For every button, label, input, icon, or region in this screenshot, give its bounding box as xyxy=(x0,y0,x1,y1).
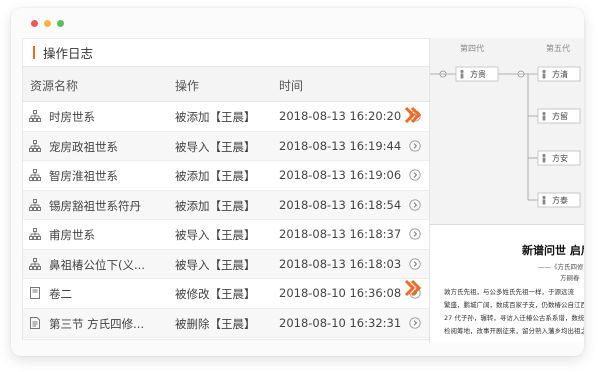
person-icon xyxy=(542,153,546,163)
minimize-window-button[interactable] xyxy=(44,20,51,27)
book-text-line: 繁盛，鹏城广阔，数成百家子支，仍数椿公自江西 xyxy=(444,301,584,309)
tree-node-child-3[interactable]: 方安 xyxy=(537,150,581,166)
node-label: 方清 xyxy=(552,69,568,79)
timestamp: 2018-08-13 16:20:20 xyxy=(279,109,402,123)
timestamp: 2018-08-13 16:18:54 xyxy=(279,197,402,212)
tree-icon xyxy=(29,257,41,270)
log-table-body: 时房世系 被添加【王晨】 2018-08-13 16:20:20 宠房政祖世系 被导入【… xyxy=(23,102,430,338)
chevron-right-icon[interactable] xyxy=(409,169,421,181)
zoom-window-button[interactable] xyxy=(57,20,64,27)
person-icon xyxy=(542,195,546,205)
log-row[interactable]: 智房淮祖世系 被添加【王晨】 2018-08-13 16:19:06 xyxy=(23,161,430,191)
tree-icon xyxy=(29,198,41,211)
node-label: 方留 xyxy=(552,111,568,121)
timestamp: 2018-08-13 16:18:37 xyxy=(279,227,402,241)
resource-name: 锡房豁祖世系符丹 xyxy=(49,198,141,213)
collapse-toggle-icon[interactable] xyxy=(517,70,525,78)
tree-diagram: 方贵 方清 方留 方安 方泰 xyxy=(430,66,581,208)
tree-icon xyxy=(29,169,41,181)
log-table-header: 资源名称 操作 时间 xyxy=(23,67,430,102)
chevron-right-icon[interactable] xyxy=(409,316,421,329)
book-text-line: 敦方氏先祖，与公多姓氏先祖一样，于源远流 xyxy=(444,288,574,296)
book-icon xyxy=(29,287,41,299)
resource-name: 鼻祖椿公位下(义... xyxy=(49,257,145,272)
timestamp: 2018-08-13 16:18:03 xyxy=(279,256,402,271)
node-label: 方安 xyxy=(552,153,568,163)
node-label: 方泰 xyxy=(552,195,568,205)
action-text: 被添加【王晨】 xyxy=(175,169,256,183)
action-text: 被删除【王晨】 xyxy=(175,316,256,331)
action-text: 被导入【王晨】 xyxy=(175,257,256,272)
timestamp: 2018-08-10 16:36:08 xyxy=(279,286,402,300)
tree-node-child-4[interactable]: 方泰 xyxy=(537,192,581,208)
tree-icon xyxy=(29,139,41,152)
document-icon xyxy=(29,316,41,329)
operation-log-panel: 操作日志 资源名称 操作 时间 时房世系 被添加【王晨】 2018-08-13 16… xyxy=(22,38,431,340)
log-row[interactable]: 锡房豁祖世系符丹 被添加【王晨】 2018-08-13 16:18:54 xyxy=(23,190,430,220)
log-header: 操作日志 xyxy=(23,39,430,67)
chevron-right-icon[interactable] xyxy=(409,139,421,152)
resource-name: 时房世系 xyxy=(49,110,95,124)
resource-name: 卷二 xyxy=(49,287,72,301)
book-heading: 新谱问世 启后 xyxy=(522,244,584,257)
resource-name: 甫房世系 xyxy=(49,228,95,242)
tree-node-child-2[interactable]: 方留 xyxy=(537,108,581,124)
column-header-action: 操作 xyxy=(175,79,200,93)
node-label: 方贵 xyxy=(470,69,486,79)
close-window-button[interactable] xyxy=(31,20,38,27)
log-row[interactable]: 第三节 方氏四修... 被删除【王晨】 2018-08-10 16:32:31 xyxy=(23,308,430,338)
action-text: 被添加【王晨】 xyxy=(175,198,256,213)
book-text-line: 检阅筹地，改事开剧征来，留分熟入藩乡均出祖之 xyxy=(444,327,584,335)
person-icon xyxy=(460,69,464,79)
chevron-right-icon[interactable] xyxy=(409,257,421,270)
log-row[interactable]: 宠房政祖世系 被导入【王晨】 2018-08-13 16:19:44 xyxy=(23,131,430,161)
timestamp: 2018-08-13 16:19:06 xyxy=(279,168,402,182)
tree-node-child-1[interactable]: 方清 xyxy=(537,66,581,82)
resource-name: 第三节 方氏四修... xyxy=(49,316,145,331)
log-row[interactable]: 甫房世系 被导入【王晨】 2018-08-13 16:18:37 xyxy=(23,220,430,250)
resource-name: 宠房政祖世系 xyxy=(49,139,118,154)
log-row[interactable]: 鼻祖椿公位下(义... 被导入【王晨】 2018-08-13 16:18:03 xyxy=(23,249,430,279)
action-text: 被导入【王晨】 xyxy=(175,228,256,242)
book-preview-panel: 新谱问世 启后 ——《方氏四修族谱 方嗣春 敦方氏先祖，与公多姓氏先祖一样，于源… xyxy=(429,224,584,343)
genealogy-tree-preview: 第四代 第五代 方贵 方清 方留 方安 方泰 xyxy=(429,38,584,224)
tree-icon xyxy=(29,228,41,240)
book-text-line: 27 代子孙，辗转，寻访入迁椿公古系系谱，数统 xyxy=(444,314,584,322)
person-icon xyxy=(542,111,546,121)
resource-name: 智房淮祖世系 xyxy=(49,169,118,183)
tree-icon xyxy=(29,110,41,122)
app-window: 操作日志 资源名称 操作 时间 时房世系 被添加【王晨】 2018-08-13 16… xyxy=(11,8,584,356)
book-subtitle: ——《方氏四修族谱 xyxy=(538,263,584,271)
collapse-toggle-icon[interactable] xyxy=(439,70,447,78)
title-accent-bar xyxy=(33,46,35,59)
action-text: 被添加【王晨】 xyxy=(175,110,256,124)
log-row[interactable]: 卷二 被修改【王晨】 2018-08-10 16:36:08 xyxy=(23,279,430,309)
log-title: 操作日志 xyxy=(43,46,94,61)
chevron-right-icon[interactable] xyxy=(409,198,421,211)
action-text: 被导入【王晨】 xyxy=(175,139,256,154)
column-header-time: 时间 xyxy=(279,79,304,93)
person-icon xyxy=(542,69,546,79)
action-text: 被修改【王晨】 xyxy=(175,287,256,301)
log-row[interactable]: 时房世系 被添加【王晨】 2018-08-13 16:20:20 xyxy=(23,102,430,132)
double-chevron-right-icon[interactable] xyxy=(404,279,422,297)
book-author: 方嗣春 xyxy=(560,274,580,282)
column-header-resource-name: 资源名称 xyxy=(30,79,79,93)
tree-node-parent[interactable]: 方贵 xyxy=(455,66,499,82)
tree-connector-lines xyxy=(430,73,538,201)
chevron-right-icon[interactable] xyxy=(409,228,421,240)
timestamp: 2018-08-10 16:32:31 xyxy=(279,315,402,330)
double-chevron-right-icon[interactable] xyxy=(404,106,422,124)
timestamp: 2018-08-13 16:19:44 xyxy=(279,138,402,153)
